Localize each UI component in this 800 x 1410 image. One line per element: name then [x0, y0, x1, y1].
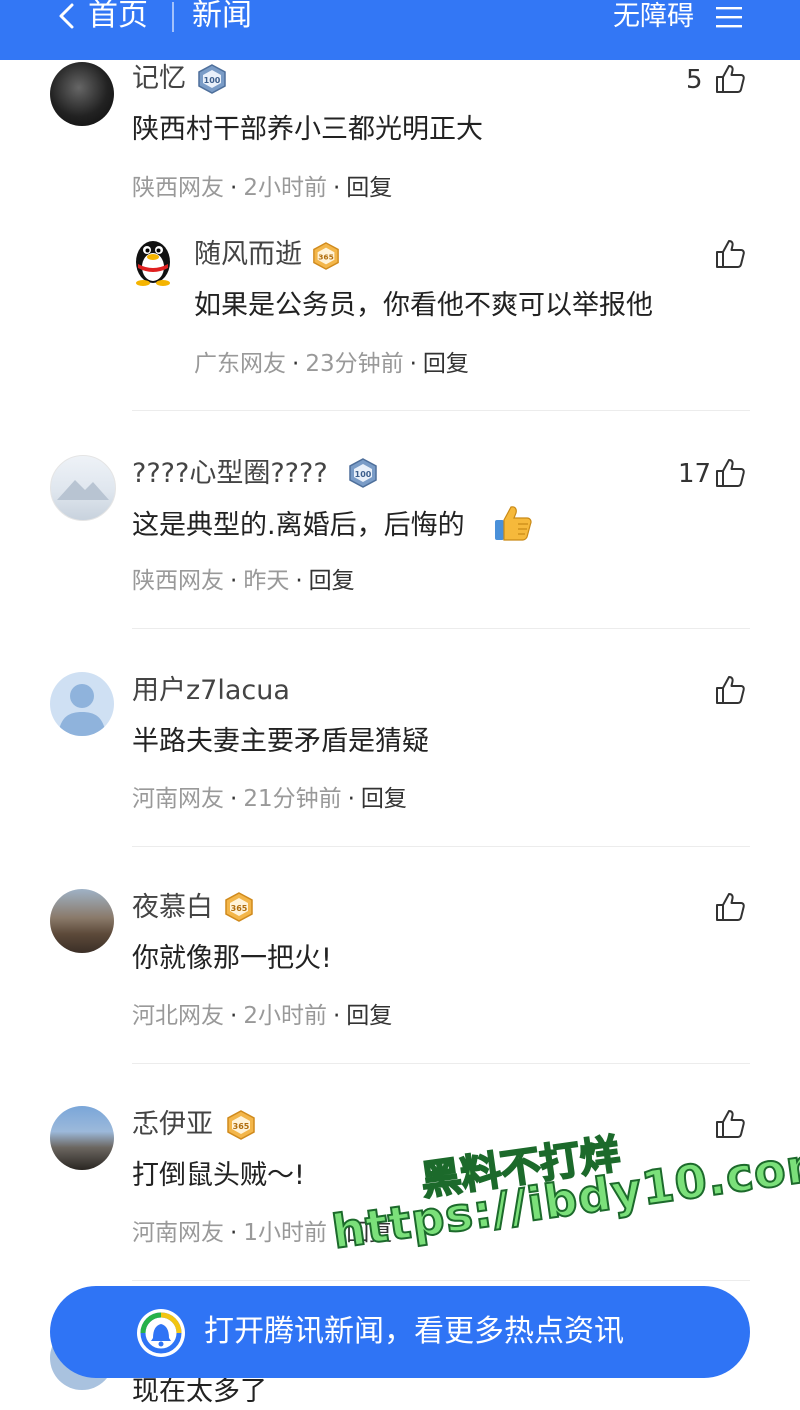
- level-100-badge-icon: 100: [198, 64, 226, 94]
- nav-divider: [172, 2, 174, 32]
- menu-icon[interactable]: [716, 6, 742, 28]
- commenter-region: 河南网友: [132, 1220, 224, 1246]
- home-link[interactable]: 首页: [88, 0, 148, 34]
- like-count: 17: [678, 459, 712, 489]
- comment-text: 打倒鼠头贼～!: [132, 1160, 305, 1191]
- reply-button[interactable]: 回复: [423, 351, 469, 377]
- comment-text: 半路夫妻主要矛盾是猜疑: [132, 726, 429, 757]
- comment-divider: [132, 1063, 750, 1064]
- back-chevron-icon[interactable]: [54, 2, 82, 30]
- comment-divider: [132, 1280, 750, 1281]
- mountain-landscape-icon: [57, 480, 109, 500]
- thumbs-up-icon[interactable]: [714, 238, 746, 270]
- comment-meta: 广东网友 · 23分钟前 · 回复: [194, 351, 469, 377]
- qq-penguin-avatar[interactable]: [130, 234, 176, 286]
- comment-text: 这是典型的.离婚后，后悔的: [132, 510, 465, 541]
- open-app-banner[interactable]: 打开腾讯新闻，看更多热点资讯: [50, 1286, 750, 1378]
- thumbs-up-icon[interactable]: [714, 674, 746, 706]
- avatar[interactable]: [50, 1106, 114, 1170]
- svg-text:100: 100: [355, 470, 372, 479]
- comment-divider: [132, 410, 750, 411]
- top-nav-bar: 首页 新闻 无障碍: [0, 0, 800, 60]
- avatar[interactable]: [50, 455, 116, 521]
- commenter-region: 陕西网友: [132, 568, 224, 594]
- comment-meta: 河北网友 · 2小时前 · 回复: [132, 1003, 393, 1029]
- open-app-label: 打开腾讯新闻，看更多热点资讯: [204, 1314, 624, 1349]
- level-365-badge-icon: 365: [227, 1110, 255, 1140]
- reply-button[interactable]: 回复: [346, 175, 392, 201]
- default-user-avatar[interactable]: [50, 672, 114, 736]
- news-section-link[interactable]: 新闻: [192, 0, 252, 34]
- comment-text: 如果是公务员，你看他不爽可以举报他: [194, 290, 653, 321]
- comment-time: 21分钟前: [243, 786, 342, 812]
- comment-meta: 河南网友 · 21分钟前 · 回复: [132, 786, 407, 812]
- commenter-name[interactable]: 忎伊亚: [132, 1108, 213, 1142]
- comment-time: 23分钟前: [305, 351, 404, 377]
- comment-time: 1小时前: [243, 1220, 327, 1246]
- comment-text: 陕西村干部养小三都光明正大: [132, 114, 483, 145]
- commenter-region: 河南网友: [132, 786, 224, 812]
- reply-button[interactable]: 回复: [361, 786, 407, 812]
- comment-text: 现在太多了: [132, 1376, 267, 1407]
- comment-time: 昨天: [243, 568, 290, 594]
- thumbs-up-emoji-icon: [495, 506, 532, 541]
- thumbs-up-icon[interactable]: [714, 1108, 746, 1140]
- comment-meta: 陕西网友 · 昨天 · 回复: [132, 568, 355, 594]
- commenter-region: 广东网友: [194, 351, 286, 377]
- thumbs-up-icon[interactable]: [714, 457, 746, 489]
- comment-time: 2小时前: [243, 175, 327, 201]
- level-100-badge-icon: 100: [349, 458, 377, 488]
- svg-text:365: 365: [231, 904, 248, 913]
- accessibility-button[interactable]: 无障碍: [613, 0, 694, 34]
- comment-meta: 陕西网友 · 2小时前 · 回复: [132, 175, 393, 201]
- like-count: 5: [686, 65, 703, 95]
- level-365-badge-icon: 365: [225, 892, 253, 922]
- commenter-region: 河北网友: [132, 1003, 224, 1029]
- commenter-name[interactable]: 用户z7lacua: [132, 674, 290, 708]
- avatar[interactable]: [50, 62, 114, 126]
- commenter-name[interactable]: 随风而逝: [194, 238, 302, 272]
- commenter-name[interactable]: ????心型圈????: [132, 457, 328, 491]
- comment-text: 你就像那一把火!: [132, 943, 332, 974]
- svg-text:100: 100: [204, 76, 221, 85]
- reply-button[interactable]: 回复: [309, 568, 355, 594]
- level-365-badge-icon: 365: [313, 242, 339, 270]
- thumbs-up-icon[interactable]: [714, 891, 746, 923]
- comment-divider: [132, 846, 750, 847]
- tencent-news-logo-icon: [137, 1309, 185, 1357]
- commenter-region: 陕西网友: [132, 175, 224, 201]
- comment-divider: [132, 628, 750, 629]
- thumbs-up-icon[interactable]: [714, 63, 746, 95]
- reply-button[interactable]: 回复: [346, 1003, 392, 1029]
- commenter-name[interactable]: 夜慕白: [132, 891, 213, 925]
- avatar[interactable]: [50, 889, 114, 953]
- svg-text:365: 365: [318, 253, 334, 262]
- svg-text:365: 365: [233, 1122, 250, 1131]
- commenter-name[interactable]: 记忆: [132, 62, 186, 96]
- comment-time: 2小时前: [243, 1003, 327, 1029]
